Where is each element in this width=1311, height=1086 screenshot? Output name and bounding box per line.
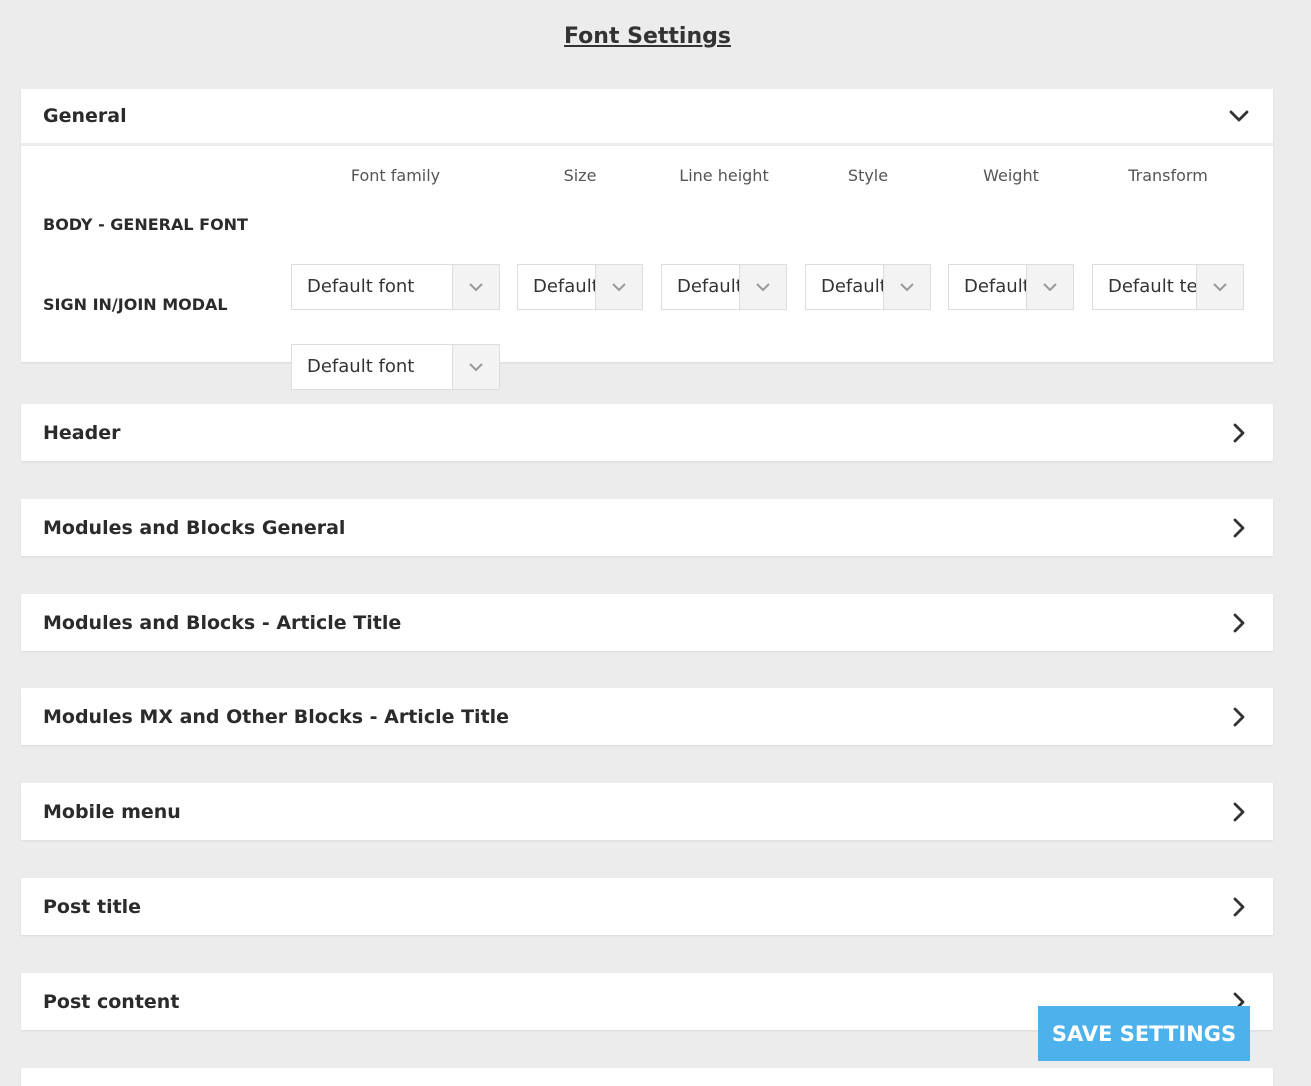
panel-modules-blocks-article-title: Modules and Blocks - Article Title [21,594,1273,651]
chevron-right-icon[interactable] [1227,800,1251,824]
column-header-size: Size [563,166,597,185]
chevron-right-icon[interactable] [1227,705,1251,729]
panel-general-body: Font family Size Line height Style Weigh… [21,146,1273,390]
panel-mobile-menu-title: Mobile menu [43,800,181,823]
panel-general-header[interactable]: General [21,89,1273,146]
body-style-select[interactable]: Default [805,264,931,310]
panel-modules-mx-article-title: Modules MX and Other Blocks - Article Ti… [21,688,1273,745]
chevron-down-icon [1026,265,1073,309]
panel-header-title: Header [43,421,121,444]
select-value: Default [677,276,739,297]
chevron-right-icon[interactable] [1227,611,1251,635]
body-size-select[interactable]: Default [517,264,643,310]
panel-post-title: Post title [21,878,1273,935]
select-value: Default [533,276,595,297]
chevron-right-icon[interactable] [1227,516,1251,540]
column-header-line-height: Line height [679,166,769,185]
panel-general: General Font family Size Line height Sty… [21,89,1273,390]
panel-modules-blocks-general-title: Modules and Blocks General [43,516,346,539]
save-settings-button[interactable]: SAVE SETTINGS [1038,1006,1250,1061]
column-header-weight: Weight [983,166,1039,185]
chevron-down-icon [1196,265,1243,309]
panel-header: Header [21,404,1273,461]
chevron-down-icon [739,265,786,309]
panel-next-partial[interactable] [21,1068,1273,1086]
select-value: Default font [307,356,415,377]
page-title: Font Settings [564,24,731,49]
column-header-transform: Transform [1128,166,1208,185]
panel-modules-blocks-article-title-title: Modules and Blocks - Article Title [43,611,402,634]
body-font-family-select[interactable]: Default font [291,264,500,310]
chevron-right-icon[interactable] [1227,421,1251,445]
chevron-down-icon [595,265,642,309]
panel-mobile-menu-toggle[interactable]: Mobile menu [21,783,1273,840]
panel-post-content-title: Post content [43,990,180,1013]
panel-modules-blocks-general: Modules and Blocks General [21,499,1273,556]
panel-general-title: General [43,105,127,127]
panel-mobile-menu: Mobile menu [21,783,1273,840]
panel-post-title-title: Post title [43,895,142,918]
row-label-body-general-font: BODY - GENERAL FONT [43,215,248,234]
panel-modules-blocks-article-title-toggle[interactable]: Modules and Blocks - Article Title [21,594,1273,651]
row-label-sign-in-join-modal: SIGN IN/JOIN MODAL [43,295,228,314]
panel-modules-mx-article-title-title: Modules MX and Other Blocks - Article Ti… [43,705,510,728]
select-value: Default text [1108,276,1196,297]
select-value: Default [821,276,883,297]
chevron-down-icon [452,345,499,389]
column-header-font-family: Font family [350,166,441,185]
panel-header-toggle[interactable]: Header [21,404,1273,461]
panel-modules-blocks-general-toggle[interactable]: Modules and Blocks General [21,499,1273,556]
chevron-down-icon [883,265,930,309]
body-weight-select[interactable]: Default [948,264,1074,310]
column-header-style: Style [847,166,889,185]
modal-font-family-select[interactable]: Default font [291,344,500,390]
body-line-height-select[interactable]: Default [661,264,787,310]
select-value: Default font [307,276,415,297]
chevron-down-icon [452,265,499,309]
chevron-right-icon[interactable] [1227,895,1251,919]
panel-modules-mx-article-title-toggle[interactable]: Modules MX and Other Blocks - Article Ti… [21,688,1273,745]
panel-post-title-toggle[interactable]: Post title [21,878,1273,935]
chevron-down-icon[interactable] [1227,104,1251,128]
select-value: Default [964,276,1026,297]
body-transform-select[interactable]: Default text [1092,264,1244,310]
